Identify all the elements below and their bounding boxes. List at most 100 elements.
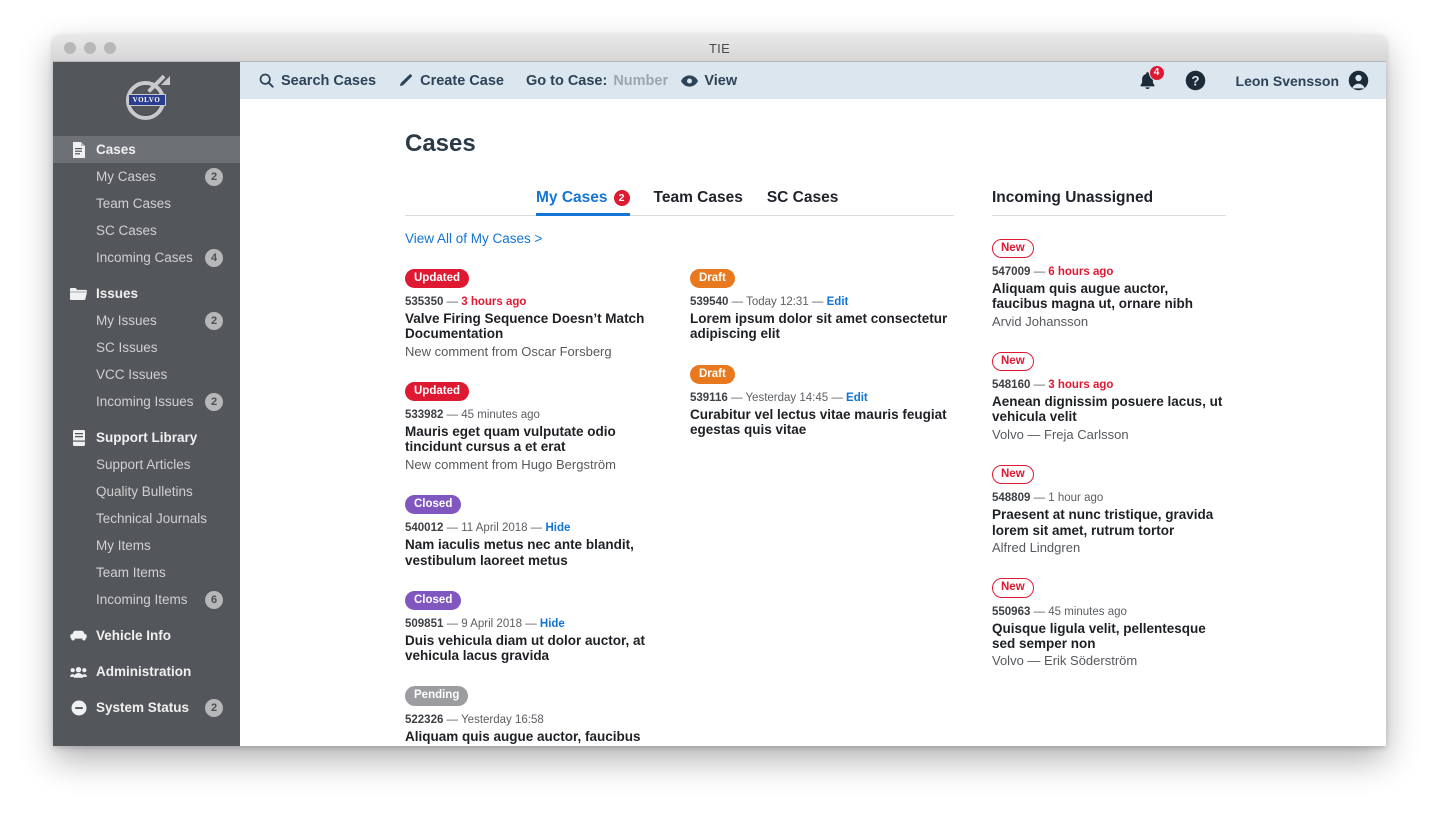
case-timestamp: 45 minutes ago (461, 409, 540, 422)
tab-sc-cases[interactable]: SC Cases (767, 189, 839, 215)
sidebar-item-label: VCC Issues (96, 367, 168, 382)
view-all-my-cases-link[interactable]: View All of My Cases > (405, 231, 954, 246)
sidebar-item-team-cases[interactable]: Team Cases (53, 190, 240, 217)
case-subtitle: Alfred Lindgren (992, 539, 1081, 555)
notifications-button[interactable]: 4 (1136, 64, 1165, 93)
case-action-edit-link[interactable]: Edit (827, 296, 849, 308)
case-timestamp: 11 April 2018 (461, 522, 528, 535)
case-title: Mauris eget quam vulputate odio tincidun… (405, 424, 616, 455)
sidebar-item-incoming-cases[interactable]: Incoming Cases 4 (53, 244, 240, 271)
toolbar-right-group: 4 ? Leon Svensson (1136, 64, 1369, 93)
create-case-button[interactable]: Create Case (398, 73, 504, 89)
case-card[interactable]: Closed 540012 — 11 April 2018 — Hide Nam i… (405, 494, 669, 568)
sidebar-item-cases[interactable]: Cases (53, 136, 240, 163)
sidebar-item-my-issues[interactable]: My Issues 2 (53, 307, 240, 334)
case-card[interactable]: New 550963 — 45 minutes ago Quisque ligula… (992, 577, 1226, 668)
case-tabs: My Cases 2 Team Cases SC Cases (405, 184, 954, 216)
page-content: Cases My Cases 2 Team Cases SC Cases View A… (240, 99, 1386, 746)
sidebar-item-my-cases[interactable]: My Cases 2 (53, 163, 240, 190)
case-action-hide-link[interactable]: Hide (540, 618, 565, 630)
sidebar-item-support-library[interactable]: Support Library (53, 424, 240, 451)
case-subtitle: Volvo — Freja Carlsson (992, 426, 1129, 442)
case-card[interactable]: New 548160 — 3 hours ago Aenean dignissim … (992, 351, 1226, 442)
tab-team-cases[interactable]: Team Cases (654, 189, 743, 215)
case-card[interactable]: Closed 509851 — 9 April 2018 — Hide Duis v… (405, 590, 669, 664)
view-case-button[interactable]: View (704, 73, 737, 89)
case-meta: 533982 — 45 minutes ago (405, 409, 669, 421)
sidebar-group-spacer (53, 415, 240, 424)
case-timestamp: Yesterday 16:58 (461, 713, 544, 726)
case-card[interactable]: Updated 535350 — 3 hours ago Valve Firing … (405, 268, 669, 359)
case-card[interactable]: Draft 539116 — Yesterday 14:45 — Edit Cura… (690, 364, 954, 438)
tab-label: SC Cases (766, 189, 839, 206)
book-icon (70, 429, 87, 446)
status-badge: Pending (405, 686, 469, 706)
sidebar-item-label: Incoming Issues (96, 394, 194, 409)
sidebar-item-label: My Issues (96, 313, 157, 328)
help-button[interactable]: ? (1185, 70, 1206, 91)
case-card[interactable]: Draft 539540 — Today 12:31 — Edit Lorem ip… (690, 268, 954, 342)
case-timestamp: 1 hour ago (1048, 492, 1104, 505)
case-column-a: Updated 535350 — 3 hours ago Valve Firing … (405, 268, 669, 746)
sidebar-item-label: Cases (96, 142, 136, 157)
sidebar-item-vcc-issues[interactable]: VCC Issues (53, 361, 240, 388)
case-card[interactable]: Updated 533982 — 45 minutes ago Mauris ege… (405, 381, 669, 472)
case-number-input[interactable] (613, 72, 678, 89)
sidebar-item-team-items[interactable]: Team Items (53, 559, 240, 586)
status-badge: New (992, 578, 1034, 598)
case-meta: 539540 — Today 12:31 — Edit (690, 296, 954, 308)
status-badge: Updated (405, 269, 469, 289)
sidebar-nav-list: Cases My Cases 2 Team Cases SC Cases Incoming… (53, 136, 240, 721)
sidebar-item-quality-bulletins[interactable]: Quality Bulletins (53, 478, 240, 505)
case-subtitle: Arvid Johansson (992, 313, 1089, 329)
case-meta: 540012 — 11 April 2018 — Hide (405, 522, 669, 534)
case-number: 539540 (690, 296, 729, 309)
sidebar-item-issues[interactable]: Issues (53, 280, 240, 307)
case-number: 547009 (992, 266, 1031, 279)
case-card[interactable]: New 547009 — 6 hours ago Aliquam quis augu… (992, 238, 1226, 329)
case-subtitle: Volvo — Erik Söderström (992, 653, 1138, 669)
sidebar-item-my-items[interactable]: My Items (53, 532, 240, 559)
meta-separator: — (443, 522, 462, 535)
case-title: Aliquam quis augue auctor, faucibus magn… (992, 281, 1194, 312)
meta-separator: — (728, 296, 747, 309)
sidebar-item-support-articles[interactable]: Support Articles (53, 451, 240, 478)
sidebar-item-technical-journals[interactable]: Technical Journals (53, 505, 240, 532)
case-number: 509851 (405, 617, 444, 630)
case-action-hide-link[interactable]: Hide (545, 522, 570, 534)
sidebar-item-label: System Status (96, 700, 190, 715)
sidebar-group-spacer (53, 271, 240, 280)
sidebar-item-count-badge: 2 (205, 698, 223, 717)
sidebar-item-label: SC Issues (96, 340, 158, 355)
meta-separator: — (1030, 605, 1049, 618)
window-title: TIE (708, 40, 731, 56)
case-action-edit-link[interactable]: Edit (846, 392, 868, 404)
avatar[interactable] (1348, 70, 1369, 91)
sidebar-item-incoming-issues[interactable]: Incoming Issues 2 (53, 388, 240, 415)
search-cases-button[interactable]: Search Cases (259, 73, 376, 89)
sidebar-item-label: Technical Journals (96, 511, 208, 526)
sidebar-item-sc-cases[interactable]: SC Cases (53, 217, 240, 244)
sidebar-item-label: Support Articles (96, 457, 191, 472)
car-icon (70, 628, 87, 644)
tab-my-cases[interactable]: My Cases 2 (536, 189, 630, 216)
sidebar-item-administration[interactable]: Administration (53, 658, 240, 685)
sidebar-item-system-status[interactable]: System Status 2 (53, 694, 240, 721)
status-badge: Closed (405, 495, 462, 515)
case-card[interactable]: Pending 522326 — Yesterday 16:58 Aliquam q… (405, 685, 669, 746)
sidebar-item-label: Vehicle Info (96, 628, 172, 643)
svg-text:?: ? (1191, 73, 1199, 88)
case-timestamp: 6 hours ago (1048, 266, 1114, 279)
sidebar-item-count-badge: 2 (205, 311, 223, 330)
case-meta: 509851 — 9 April 2018 — Hide (405, 618, 669, 630)
question-mark-circle-icon: ? (1185, 70, 1206, 91)
sidebar-group-spacer (53, 649, 240, 658)
people-icon (70, 664, 87, 680)
case-number: 539116 (690, 391, 728, 404)
case-timestamp: Yesterday 14:45 (745, 391, 829, 404)
sidebar-item-vehicle-info[interactable]: Vehicle Info (53, 622, 240, 649)
case-card[interactable]: New 548809 — 1 hour ago Praesent at nunc t… (992, 464, 1226, 555)
user-name-label: Leon Svensson (1235, 72, 1339, 89)
sidebar-item-incoming-items[interactable]: Incoming Items 6 (53, 586, 240, 613)
sidebar-item-sc-issues[interactable]: SC Issues (53, 334, 240, 361)
